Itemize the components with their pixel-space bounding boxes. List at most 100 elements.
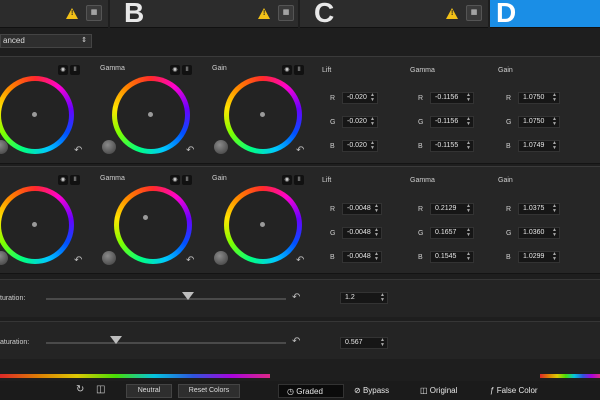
stepper-icon[interactable]: ▲ ▼ — [552, 141, 557, 151]
pause-icon[interactable]: II — [182, 65, 192, 75]
stepper-icon[interactable]: ▲ ▼ — [380, 338, 385, 348]
lift-g-field[interactable]: -0.020 ▲ ▼ — [342, 116, 378, 128]
gamma-g-field[interactable]: 0.1657 ▲ ▼ — [430, 227, 474, 239]
pause-icon[interactable]: II — [294, 65, 304, 75]
gain-r-field[interactable]: 1.0750 ▲ ▼ — [518, 92, 560, 104]
pin-icon[interactable]: ◉ — [170, 65, 180, 75]
lift-master-knob[interactable] — [0, 251, 8, 265]
pin-icon[interactable]: ◉ — [58, 175, 68, 185]
lift-color-wheel[interactable] — [0, 76, 74, 154]
grid-button[interactable]: ▦ — [466, 5, 482, 21]
gain-master-knob[interactable] — [214, 251, 228, 265]
compare-icon[interactable]: ◫ — [96, 384, 105, 395]
reset-arrow-icon[interactable]: ↶ — [292, 292, 300, 303]
stepper-icon[interactable]: ▲ ▼ — [552, 93, 557, 103]
grid-button[interactable]: ▦ — [86, 5, 102, 21]
stepper-icon[interactable]: ▲ ▼ — [370, 141, 375, 151]
reset-arrow-icon[interactable]: ↶ — [74, 145, 82, 156]
gain-r-value: 1.0375 — [523, 205, 545, 212]
numeric-label-gain: Gain — [498, 177, 513, 184]
reset-arrow-icon[interactable]: ↶ — [296, 145, 304, 156]
stepper-icon[interactable]: ▲ ▼ — [370, 93, 375, 103]
gain-color-wheel[interactable] — [224, 76, 302, 154]
stepper-icon[interactable]: ▲ ▼ — [466, 204, 471, 214]
gamma-r-field[interactable]: -0.1156 ▲ ▼ — [430, 92, 474, 104]
pause-icon[interactable]: II — [182, 175, 192, 185]
lift-r-field[interactable]: -0.020 ▲ ▼ — [342, 92, 378, 104]
grid-button[interactable]: ▦ — [278, 5, 294, 21]
warning-icon — [66, 8, 78, 19]
reset-arrow-icon[interactable]: ↶ — [186, 255, 194, 266]
gain-b-field[interactable]: 1.0749 ▲ ▼ — [518, 140, 560, 152]
stepper-icon[interactable]: ▲ ▼ — [552, 117, 557, 127]
lift-g-value: -0.0048 — [347, 229, 371, 236]
pause-icon[interactable]: II — [70, 65, 80, 75]
stepper-icon[interactable]: ▲ ▼ — [552, 228, 557, 238]
original-view-button[interactable]: ◫ Original — [420, 384, 480, 398]
tab-a[interactable]: ▦ — [0, 0, 108, 28]
gamma-color-wheel[interactable] — [112, 76, 190, 154]
false-color-button[interactable]: ƒ False Color — [490, 384, 580, 398]
stepper-icon[interactable]: ▲ ▼ — [552, 252, 557, 262]
pin-icon[interactable]: ◉ — [58, 65, 68, 75]
channel-label-g: G — [506, 230, 512, 237]
stepper-icon[interactable]: ▲ ▼ — [370, 117, 375, 127]
pin-icon[interactable]: ◉ — [282, 175, 292, 185]
gain-b-field[interactable]: 1.0299 ▲ ▼ — [518, 251, 560, 263]
gain-r-value: 1.0750 — [523, 94, 545, 101]
lift-g-field[interactable]: -0.0048 ▲ ▼ — [342, 227, 382, 239]
mode-dropdown[interactable]: anced ⇕ — [0, 34, 92, 48]
reset-colors-button[interactable]: Reset Colors — [178, 384, 240, 398]
gamma-b-field[interactable]: -0.1155 ▲ ▼ — [430, 140, 474, 152]
gain-g-field[interactable]: 1.0360 ▲ ▼ — [518, 227, 560, 239]
saturation-slider-track[interactable] — [46, 298, 286, 300]
gain-r-field[interactable]: 1.0375 ▲ ▼ — [518, 203, 560, 215]
saturation-value-field[interactable]: 1.2 ▲ ▼ — [340, 292, 388, 304]
bypass-view-button[interactable]: ⊘ Bypass — [354, 384, 414, 398]
tab-d[interactable]: D — [490, 0, 600, 28]
stepper-icon[interactable]: ▲ ▼ — [466, 117, 471, 127]
pin-icon[interactable]: ◉ — [282, 65, 292, 75]
stepper-icon[interactable]: ▲ ▼ — [380, 293, 385, 303]
gamma-color-wheel[interactable] — [114, 186, 192, 264]
gamma-master-knob[interactable] — [102, 140, 116, 154]
graded-view-button[interactable]: ◷ Graded — [278, 384, 344, 398]
gain-color-wheel[interactable] — [224, 186, 302, 264]
reset-arrow-icon[interactable]: ↶ — [292, 336, 300, 347]
stepper-icon[interactable]: ▲ ▼ — [374, 204, 379, 214]
gain-g-field[interactable]: 1.0750 ▲ ▼ — [518, 116, 560, 128]
reset-arrow-icon[interactable]: ↶ — [296, 255, 304, 266]
stepper-icon[interactable]: ▲ ▼ — [466, 93, 471, 103]
lift-master-knob[interactable] — [0, 140, 8, 154]
stepper-icon[interactable]: ▲ ▼ — [552, 204, 557, 214]
gain-master-knob[interactable] — [214, 140, 228, 154]
lift-color-wheel[interactable] — [0, 186, 74, 264]
wheel-label-gamma: Gamma — [100, 65, 125, 72]
reset-arrow-icon[interactable]: ↶ — [74, 255, 82, 266]
tab-b[interactable]: B ▦ — [110, 0, 298, 28]
gamma-g-field[interactable]: -0.1156 ▲ ▼ — [430, 116, 474, 128]
saturation-slider-thumb[interactable] — [182, 292, 194, 300]
pause-icon[interactable]: II — [294, 175, 304, 185]
gamma-r-field[interactable]: 0.2129 ▲ ▼ — [430, 203, 474, 215]
gamma-b-field[interactable]: 0.1545 ▲ ▼ — [430, 251, 474, 263]
lift-b-field[interactable]: -0.020 ▲ ▼ — [342, 140, 378, 152]
stepper-icon[interactable]: ▲ ▼ — [466, 228, 471, 238]
stepper-icon[interactable]: ▲ ▼ — [374, 228, 379, 238]
saturation-value-field[interactable]: 0.567 ▲ ▼ — [340, 337, 388, 349]
pause-icon[interactable]: II — [70, 175, 80, 185]
lift-r-field[interactable]: -0.0048 ▲ ▼ — [342, 203, 382, 215]
neutral-button[interactable]: Neutral — [126, 384, 172, 398]
gamma-master-knob[interactable] — [102, 251, 116, 265]
stepper-icon[interactable]: ▲ ▼ — [466, 141, 471, 151]
reset-arrow-icon[interactable]: ↶ — [186, 145, 194, 156]
refresh-icon[interactable]: ↻ — [76, 384, 84, 395]
chevron-updown-icon: ⇕ — [81, 37, 87, 44]
saturation-slider-thumb[interactable] — [110, 336, 122, 344]
pin-icon[interactable]: ◉ — [170, 175, 180, 185]
lift-b-field[interactable]: -0.0048 ▲ ▼ — [342, 251, 382, 263]
stepper-icon[interactable]: ▲ ▼ — [374, 252, 379, 262]
tab-c[interactable]: C ▦ — [300, 0, 488, 28]
stepper-icon[interactable]: ▲ ▼ — [466, 252, 471, 262]
saturation-slider-track[interactable] — [46, 342, 286, 344]
